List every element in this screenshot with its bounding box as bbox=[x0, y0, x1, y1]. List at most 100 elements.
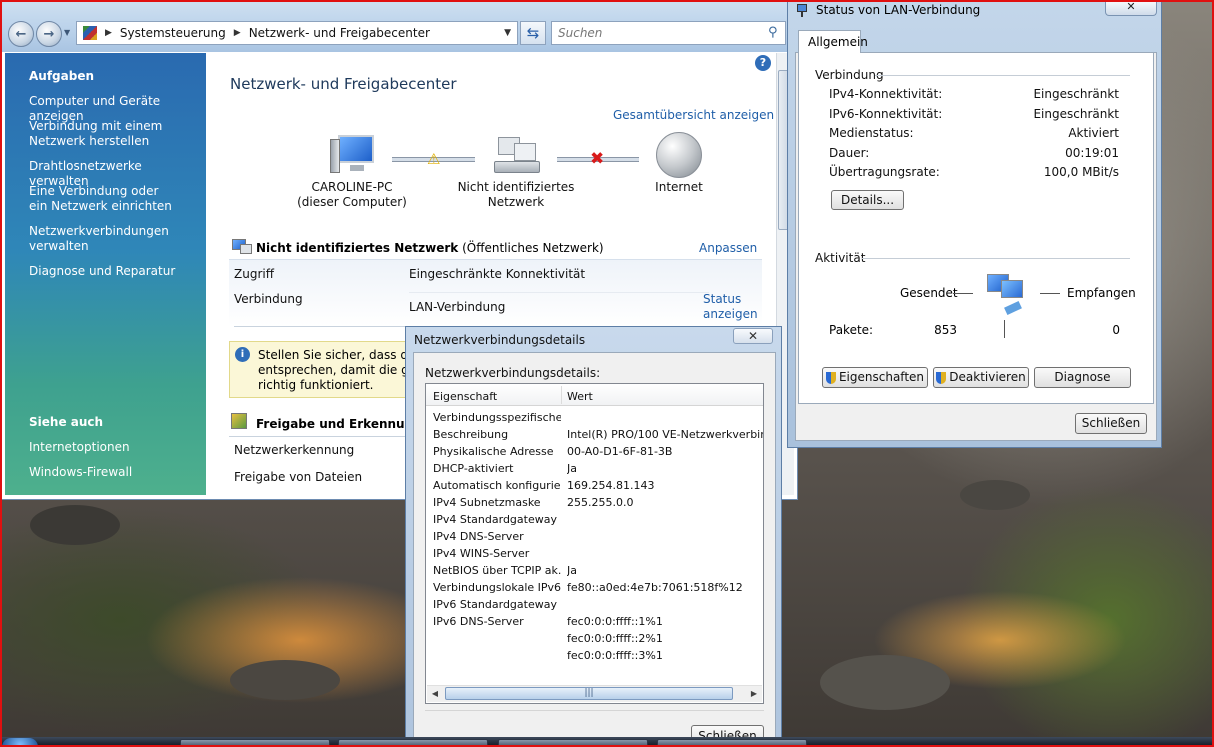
sidebar-link-connect-network[interactable]: Verbindung mit einem Netzwerk herstellen bbox=[29, 119, 169, 149]
start-button[interactable] bbox=[2, 738, 38, 747]
detail-property[interactable]: Verbindungsspezifisches... bbox=[433, 411, 561, 424]
shield-icon bbox=[936, 371, 947, 384]
wallpaper-rock bbox=[30, 505, 120, 545]
info-line: Stellen Sie sicher, dass die Ei bbox=[258, 348, 408, 362]
detail-property[interactable]: NetBIOS über TCPIP ak... bbox=[433, 564, 561, 577]
detail-value[interactable]: 00-A0-D1-6F-81-3B bbox=[567, 445, 763, 458]
network-computers-icon bbox=[232, 239, 252, 255]
sidebar-link-setup-connection[interactable]: Eine Verbindung oder ein Netzwerk einric… bbox=[29, 184, 179, 214]
details-button[interactable]: Details... bbox=[831, 190, 904, 210]
warning-icon[interactable]: ⚠ bbox=[427, 150, 440, 168]
detail-property[interactable]: IPv4 Subnetzmaske bbox=[433, 496, 561, 509]
packets-label: Pakete: bbox=[829, 323, 874, 337]
column-header-value[interactable]: Wert bbox=[567, 390, 593, 403]
tab-allgemein[interactable]: Allgemein bbox=[798, 30, 868, 53]
wallpaper-rock bbox=[960, 480, 1030, 510]
search-icon[interactable]: ⚲ bbox=[768, 25, 778, 40]
arrow-left-icon: ← bbox=[15, 26, 27, 42]
packets-divider bbox=[1004, 320, 1005, 338]
sidebar-link-internet-options[interactable]: Internetoptionen bbox=[29, 440, 201, 455]
close-icon: ✕ bbox=[1126, 0, 1136, 13]
tasks-title: Aufgaben bbox=[29, 69, 95, 83]
shield-icon bbox=[825, 371, 836, 384]
scroll-right-icon[interactable]: ▶ bbox=[747, 687, 761, 700]
sharing-divider bbox=[229, 436, 409, 437]
packets-received: 0 bbox=[1112, 323, 1120, 337]
taskbar-button[interactable] bbox=[498, 739, 648, 747]
sidebar-link-firewall[interactable]: Windows-Firewall bbox=[29, 465, 201, 480]
details-window-title: Netzwerkverbindungsdetails bbox=[414, 333, 586, 347]
detail-property[interactable]: Beschreibung bbox=[433, 428, 561, 441]
forward-button[interactable]: → bbox=[36, 21, 62, 47]
status-close-dialog-button[interactable]: Schließen bbox=[1075, 413, 1147, 434]
close-icon: ✕ bbox=[747, 329, 759, 343]
address-bar[interactable]: ▶ Systemsteuerung ▶ Netzwerk- und Freiga… bbox=[76, 21, 518, 45]
sidebar-link-manage-connections[interactable]: Netzwerkverbindungen verwalten bbox=[29, 224, 169, 254]
overview-link[interactable]: Gesamtübersicht anzeigen bbox=[613, 108, 774, 122]
detail-value[interactable]: fe80::a0ed:4e7b:7061:518f%12 bbox=[567, 581, 763, 594]
address-dropdown-icon[interactable]: ▼ bbox=[504, 28, 511, 38]
sent-line bbox=[953, 293, 973, 294]
detail-property[interactable]: IPv4 Standardgateway bbox=[433, 513, 561, 526]
customize-link[interactable]: Anpassen bbox=[699, 241, 757, 255]
search-input[interactable]: Suchen bbox=[551, 21, 786, 45]
status-link-line2[interactable]: anzeigen bbox=[703, 307, 758, 321]
received-label: Empfangen bbox=[1067, 286, 1136, 300]
packets-sent: 853 bbox=[934, 323, 957, 337]
column-header-property[interactable]: Eigenschaft bbox=[433, 390, 497, 403]
detail-value[interactable]: Ja bbox=[567, 564, 763, 577]
arrow-right-icon: → bbox=[43, 26, 55, 42]
detail-value[interactable]: fec0:0:0:ffff::2%1 bbox=[567, 632, 763, 645]
detail-property[interactable]: Automatisch konfiguriert... bbox=[433, 479, 561, 492]
taskbar-button[interactable] bbox=[657, 739, 807, 747]
info-line: richtig funktioniert. bbox=[258, 378, 374, 392]
status-window-title: Status von LAN-Verbindung bbox=[816, 3, 981, 17]
detail-value[interactable]: Ja bbox=[567, 462, 763, 475]
details-close-button[interactable]: ✕ bbox=[733, 328, 773, 344]
detail-property[interactable]: IPv6 Standardgateway bbox=[433, 598, 561, 611]
sidebar-link-diagnose[interactable]: Diagnose und Reparatur bbox=[29, 264, 201, 279]
network-section-title: Nicht identifiziertes Netzwerk (Öffentli… bbox=[256, 241, 604, 255]
diagnose-button[interactable]: Diagnose bbox=[1034, 367, 1131, 388]
breadcrumb-systemsteuerung[interactable]: Systemsteuerung bbox=[120, 26, 226, 40]
scroll-left-icon[interactable]: ◀ bbox=[428, 687, 442, 700]
history-dropdown-icon[interactable]: ▼ bbox=[64, 28, 70, 37]
status-close-button[interactable]: ✕ bbox=[1105, 0, 1157, 16]
properties-button[interactable]: Eigenschaften bbox=[822, 367, 928, 388]
detail-property[interactable]: IPv4 WINS-Server bbox=[433, 547, 561, 560]
network-type: (Öffentliches Netzwerk) bbox=[462, 241, 604, 255]
detail-value[interactable]: fec0:0:0:ffff::3%1 bbox=[567, 649, 763, 662]
group-divider bbox=[862, 258, 1130, 259]
computer-subtitle: (dieser Computer) bbox=[297, 195, 407, 209]
detail-property[interactable]: Physikalische Adresse bbox=[433, 445, 561, 458]
connection-group-title: Verbindung bbox=[815, 68, 884, 82]
breadcrumb-separator-icon: ▶ bbox=[105, 28, 112, 38]
detail-value[interactable]: 169.254.81.143 bbox=[567, 479, 763, 492]
help-icon[interactable]: ? bbox=[755, 55, 771, 71]
column-divider[interactable] bbox=[561, 386, 562, 404]
back-button[interactable]: ← bbox=[8, 21, 34, 47]
network-icon bbox=[494, 135, 540, 177]
details-scroll-thumb[interactable]: ||| bbox=[445, 687, 733, 700]
activity-group-title: Aktivität bbox=[815, 251, 866, 265]
detail-property[interactable]: IPv4 DNS-Server bbox=[433, 530, 561, 543]
disable-button[interactable]: Deaktivieren bbox=[933, 367, 1029, 388]
detail-property[interactable]: IPv6 DNS-Server bbox=[433, 615, 561, 628]
network-name: Nicht identifiziertes Netzwerk bbox=[457, 180, 575, 209]
taskbar-button[interactable] bbox=[180, 739, 330, 747]
disconnected-x-icon[interactable]: ✖ bbox=[590, 149, 604, 169]
detail-value[interactable]: Intel(R) PRO/100 VE-Netzwerkverbindun bbox=[567, 428, 763, 441]
access-label: Zugriff bbox=[234, 267, 274, 281]
taskbar-button[interactable] bbox=[338, 739, 488, 747]
status-row-label: IPv4-Konnektivität: bbox=[829, 87, 943, 101]
status-link[interactable]: Status bbox=[703, 292, 741, 306]
detail-property[interactable]: DHCP-aktiviert bbox=[433, 462, 561, 475]
refresh-button[interactable]: ⇆ bbox=[520, 21, 546, 45]
breadcrumb-netzwerkcenter[interactable]: Netzwerk- und Freigabecenter bbox=[249, 26, 430, 40]
group-divider bbox=[875, 75, 1130, 76]
detail-value[interactable]: fec0:0:0:ffff::1%1 bbox=[567, 615, 763, 628]
detail-value[interactable]: 255.255.0.0 bbox=[567, 496, 763, 509]
detail-property[interactable]: Verbindungslokale IPv6-... bbox=[433, 581, 561, 594]
internet-label: Internet bbox=[655, 180, 703, 194]
globe-icon bbox=[656, 132, 702, 178]
